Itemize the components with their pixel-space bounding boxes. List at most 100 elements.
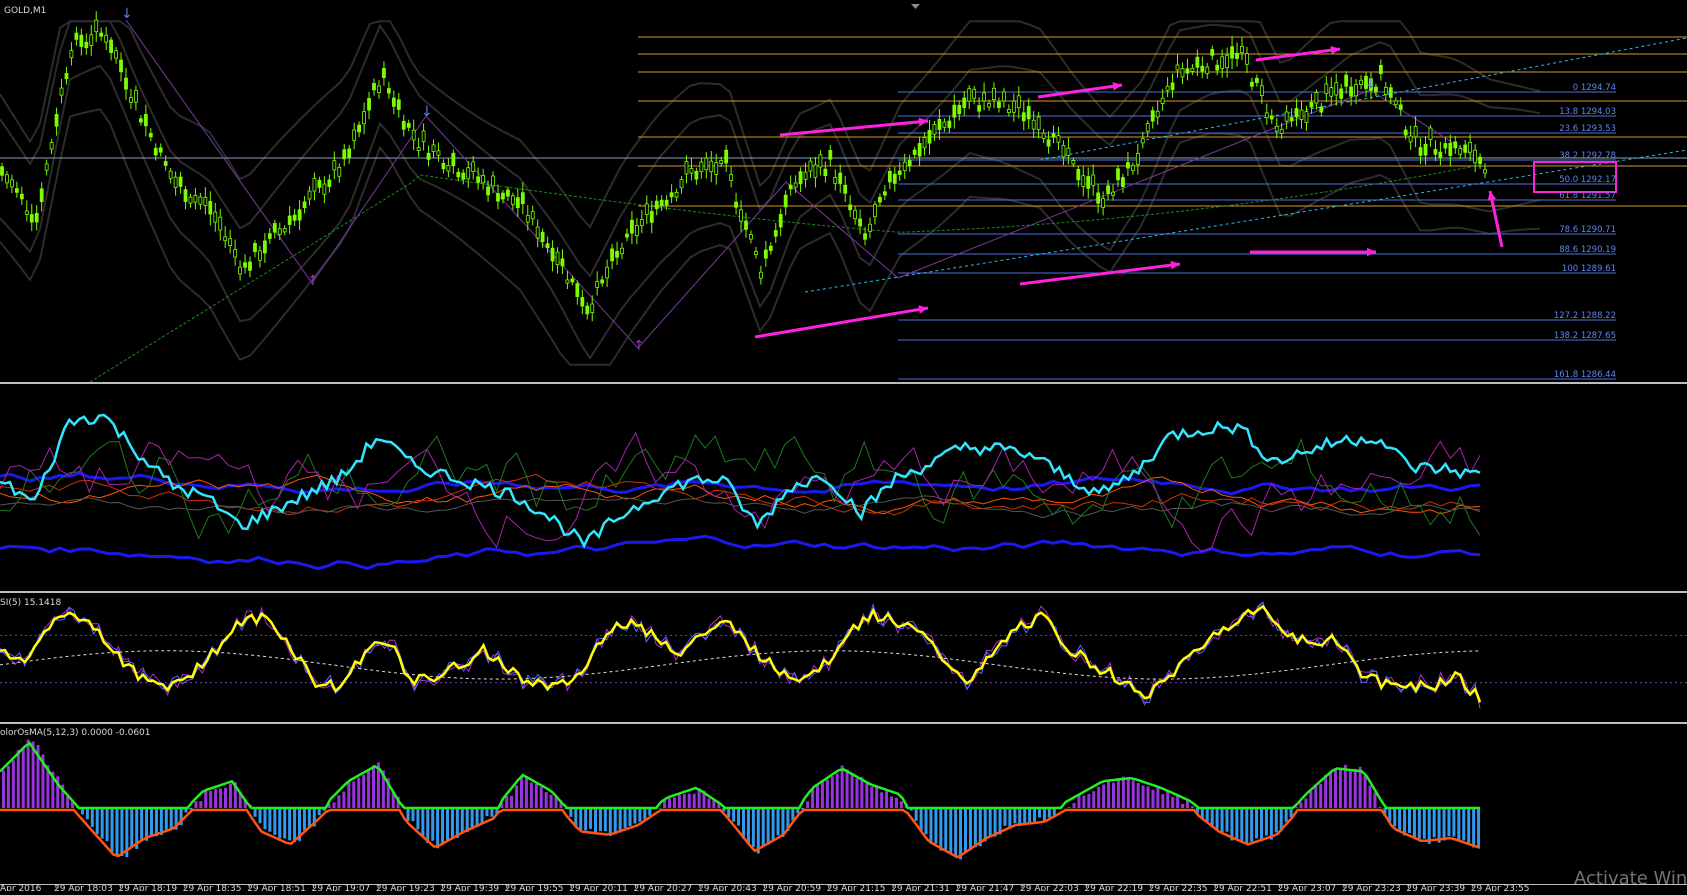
candle-body	[1077, 169, 1080, 180]
fib-level-label: 100 1289.61	[1562, 264, 1616, 274]
annotation-arrow	[1038, 85, 1122, 97]
osma-bar-negative	[1260, 808, 1263, 841]
trend-channel-lower	[805, 150, 1687, 292]
candle-body	[1201, 66, 1204, 71]
osma-bar-positive	[707, 798, 710, 808]
osma-bar-positive	[1092, 791, 1095, 808]
candle-body	[80, 35, 83, 46]
osma-bar-positive	[1354, 769, 1357, 808]
osma-bar-positive	[1117, 778, 1120, 808]
candle-body	[1335, 83, 1338, 95]
osma-bar-positive	[333, 802, 336, 808]
osma-bar-negative	[1255, 808, 1258, 838]
candle-body	[1404, 130, 1407, 135]
candle-body	[1250, 82, 1253, 86]
candle-body	[387, 89, 390, 94]
osma-bar-positive	[1339, 768, 1342, 808]
candle-body	[551, 248, 554, 261]
candle-body	[1255, 78, 1258, 82]
time-tick-label: 29 Apr 23:23	[1342, 884, 1401, 891]
candle-body	[164, 162, 167, 166]
candle-body	[903, 162, 906, 170]
osma-bar-positive	[1329, 772, 1332, 808]
osma-bar-positive	[1191, 806, 1194, 808]
candle-body	[611, 249, 614, 261]
osma-bar-negative	[1285, 808, 1288, 822]
osma-bar-positive	[1147, 786, 1150, 808]
osma-bar-positive	[668, 798, 671, 808]
candle-body	[516, 198, 519, 208]
osma-bar-positive	[510, 796, 513, 808]
osma-bar-positive	[1122, 777, 1125, 808]
candle-body	[1459, 148, 1462, 154]
osma-bar-positive	[1082, 796, 1085, 808]
osma-bar-positive	[199, 801, 202, 808]
osma-bar-negative	[303, 808, 306, 830]
candle-body	[1270, 116, 1273, 119]
fractal-arrow: ↑	[307, 273, 319, 289]
candle-body	[1295, 108, 1298, 116]
candle-body	[487, 187, 490, 195]
osma-bar-negative	[791, 808, 794, 820]
osma-bar-positive	[204, 791, 207, 808]
price-pane[interactable]: ↓↓↓↑↑	[0, 4, 1687, 382]
osma-bar-positive	[846, 769, 849, 808]
fractal-arrow: ↑	[633, 338, 645, 354]
candle-body	[377, 86, 380, 93]
candle-body	[5, 175, 8, 183]
osma-bar-negative	[762, 808, 765, 847]
osma-bar-negative	[1423, 808, 1426, 839]
osma-bar-positive	[885, 791, 888, 808]
candle-body	[591, 304, 594, 313]
time-tick-label: 29 Apr 20:27	[634, 884, 693, 891]
osma-bar-negative	[254, 808, 257, 817]
candle-body	[328, 180, 331, 187]
osma-bar-positive	[362, 775, 365, 808]
osma-bar-negative	[150, 808, 153, 836]
candle-body	[1241, 46, 1244, 52]
osma-bar-negative	[915, 808, 918, 821]
candle-body	[417, 148, 420, 151]
osma-bar-positive	[1161, 794, 1164, 808]
candle-body	[402, 121, 405, 129]
osma-bar-positive	[219, 788, 222, 808]
candle-body	[526, 215, 529, 222]
osma-bar-negative	[1008, 808, 1011, 828]
osma-bar-positive	[1181, 804, 1184, 808]
osma-bar-positive	[1102, 785, 1105, 808]
candle-body	[923, 138, 926, 148]
candle-body	[576, 284, 579, 297]
candle-body	[1280, 129, 1283, 133]
candle-body	[55, 114, 58, 126]
candle-body	[278, 229, 281, 235]
osma-bar-negative	[273, 808, 276, 835]
osma-bar-negative	[1003, 808, 1006, 826]
candle-body	[1136, 153, 1139, 164]
osma-bar-negative	[619, 808, 622, 832]
candle-body	[1300, 110, 1303, 119]
candle-body	[983, 93, 986, 101]
candle-body	[1384, 87, 1387, 94]
osma-bar-positive	[352, 782, 355, 808]
osma-bar-positive	[841, 766, 844, 808]
candle-body	[353, 130, 356, 140]
candle-body	[1092, 175, 1095, 185]
candle-body	[1434, 149, 1437, 154]
candle-body	[149, 133, 152, 137]
osma-bar-positive	[22, 748, 25, 808]
candle-body	[685, 161, 688, 174]
candle-body	[1399, 105, 1402, 110]
candle-body	[645, 204, 648, 214]
osma-bar-positive	[525, 776, 528, 808]
rsi-pane[interactable]	[0, 602, 1687, 708]
indicator-pane-ma[interactable]	[0, 415, 1480, 569]
osma-bar-negative	[994, 808, 997, 837]
osma-bar-negative	[431, 808, 434, 841]
candle-body	[397, 100, 400, 110]
osma-pane[interactable]	[0, 740, 1480, 860]
candle-body	[1156, 111, 1159, 117]
osma-bar-negative	[155, 808, 158, 836]
osma-bar-positive	[372, 765, 375, 808]
candle-body	[943, 122, 946, 127]
osma-bar-positive	[337, 795, 340, 808]
